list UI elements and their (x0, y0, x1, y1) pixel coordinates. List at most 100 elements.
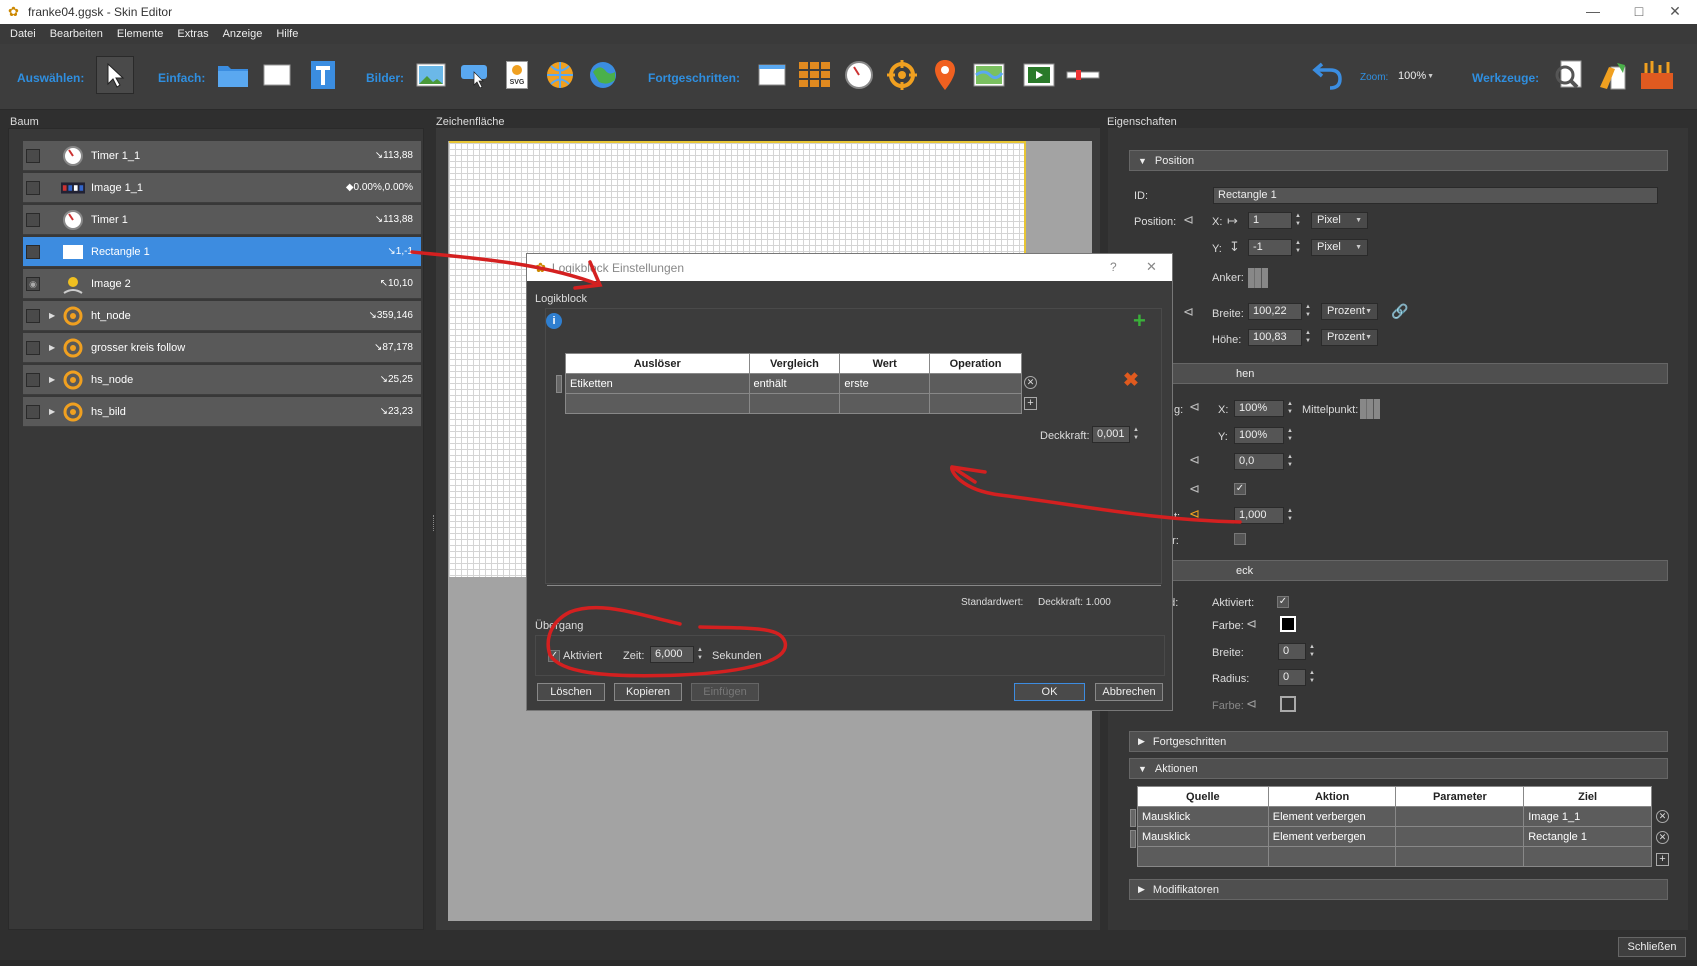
ok-button[interactable]: OK (1014, 683, 1085, 701)
share-link-icon[interactable]: ⊲ (1183, 304, 1194, 320)
dialog-close-button[interactable]: ✕ (1146, 259, 1157, 275)
table-cell[interactable] (1523, 846, 1652, 867)
visibility-checkbox[interactable] (26, 244, 40, 259)
table-cell[interactable] (1395, 846, 1525, 867)
paste-button[interactable]: Einfügen (691, 683, 759, 701)
share-link-icon[interactable]: ⊲ (1183, 212, 1194, 228)
height-field[interactable]: 100,83 (1248, 329, 1302, 346)
width-unit-dropdown[interactable]: Prozent (1321, 303, 1378, 320)
tree-row-timer-1[interactable]: Timer 1 ↘113,88 (23, 205, 421, 235)
panorama-tool-button[interactable] (543, 58, 577, 92)
border-width-spinner[interactable]: ▲ ▼ (1307, 643, 1317, 660)
table-cell[interactable]: Mausklick (1137, 826, 1269, 847)
scale-x-field[interactable]: 100% (1234, 400, 1284, 417)
undo-button[interactable] (1312, 58, 1346, 92)
delete-logic-block-icon[interactable]: ✖ (1123, 369, 1139, 392)
share-link-icon[interactable]: ⊲ (1189, 506, 1200, 522)
hotspot-tool-button[interactable] (885, 58, 919, 92)
zoom-dropdown[interactable]: 100% (1393, 69, 1439, 86)
visible-checkbox[interactable]: ✓ (1234, 483, 1246, 495)
table-row[interactable]: Mausklick Element verbergen Image 1_1 (1137, 806, 1652, 827)
center-grid-icon[interactable] (1360, 399, 1380, 419)
tree-row-rectangle-1[interactable]: Rectangle 1 ↘1,-1 (23, 237, 421, 267)
tree-row-grosser-kreis-follow[interactable]: ▶ grosser kreis follow ↘87,178 (23, 333, 421, 363)
table-cell[interactable] (1137, 846, 1269, 867)
section-modifiers[interactable]: ▶ Modifikatoren (1129, 879, 1668, 900)
section-actions[interactable]: ▼ Aktionen (1129, 758, 1668, 779)
image-tool-button[interactable] (414, 58, 448, 92)
tree-row-hs-bild[interactable]: ▶ hs_bild ↘23,23 (23, 397, 421, 427)
add-row-icon[interactable]: + (1656, 853, 1669, 866)
x-unit-dropdown[interactable]: Pixel (1311, 212, 1368, 229)
search-tool-button[interactable] (1552, 58, 1586, 92)
width-field[interactable]: 100,22 (1248, 303, 1302, 320)
anchor-grid-icon[interactable] (1248, 268, 1268, 288)
id-field[interactable]: Rectangle 1 (1213, 187, 1658, 204)
angle-spinner[interactable]: ▲ ▼ (1285, 453, 1295, 470)
border-width-field[interactable]: 0 (1278, 643, 1306, 660)
minimize-button[interactable]: — (1570, 0, 1616, 24)
share-link-icon[interactable]: ⊲ (1246, 696, 1257, 712)
delete-button[interactable]: Löschen (537, 683, 605, 701)
radius-spinner[interactable]: ▲ ▼ (1307, 669, 1317, 686)
x-spinner[interactable]: ▲ ▼ (1293, 212, 1303, 229)
table-row-empty[interactable] (1137, 846, 1652, 867)
section-appearance[interactable]: hen (1129, 363, 1668, 384)
help-button[interactable]: ? (1110, 260, 1117, 274)
tree-row-ht-node[interactable]: ▶ ht_node ↘359,146 (23, 301, 421, 331)
container-tool-button[interactable] (216, 58, 250, 92)
tree-row-timer-1-1[interactable]: Timer 1_1 ↘113,88 (23, 141, 421, 171)
radius-field[interactable]: 0 (1278, 669, 1306, 686)
table-row[interactable]: Mausklick Element verbergen Rectangle 1 (1137, 826, 1652, 847)
opacity-field[interactable]: 0,001 (1092, 426, 1130, 443)
width-spinner[interactable]: ▲ ▼ (1303, 303, 1313, 320)
height-spinner[interactable]: ▲ ▼ (1303, 329, 1313, 346)
table-row-empty[interactable] (565, 393, 1022, 414)
time-spinner[interactable]: ▲ ▼ (695, 646, 705, 663)
expand-arrow-icon[interactable]: ▶ (49, 343, 55, 352)
expand-arrow-icon[interactable]: ▶ (49, 375, 55, 384)
cancel-button[interactable]: Abbrechen (1095, 683, 1163, 701)
table-cell[interactable] (929, 393, 1022, 414)
text-tool-button[interactable] (306, 58, 340, 92)
angle-field[interactable]: 0,0 (1234, 453, 1284, 470)
rectangle-tool-button[interactable] (260, 58, 294, 92)
height-unit-dropdown[interactable]: Prozent (1321, 329, 1378, 346)
share-link-icon[interactable]: ⊲ (1189, 452, 1200, 468)
section-advanced[interactable]: ▶ Fortgeschritten (1129, 731, 1668, 752)
remove-row-icon[interactable]: ✕ (1656, 810, 1669, 823)
timer-tool-button[interactable] (842, 58, 876, 92)
visibility-checkbox[interactable] (26, 180, 40, 195)
cloner-tool-button[interactable] (755, 58, 789, 92)
marker-tool-button[interactable] (928, 58, 962, 92)
video-tool-button[interactable] (1022, 58, 1056, 92)
visibility-checkbox[interactable] (26, 372, 40, 387)
tree-row-image-2[interactable]: ◉ Image 2 ↖10,10 (23, 269, 421, 299)
sound-tool-button[interactable] (1066, 58, 1100, 92)
background-color-swatch[interactable] (1280, 616, 1296, 632)
table-cell[interactable]: Image 1_1 (1523, 806, 1652, 827)
table-cell[interactable] (1395, 826, 1525, 847)
table-row[interactable]: Etiketten enthält erste (565, 373, 1022, 394)
table-cell[interactable] (565, 393, 750, 414)
table-cell[interactable]: Element verbergen (1267, 806, 1397, 827)
opacity-spinner[interactable]: ▲ ▼ (1285, 507, 1295, 524)
visibility-checkbox[interactable] (26, 308, 40, 323)
cursor-checkbox[interactable] (1234, 533, 1246, 545)
drag-handle-icon[interactable] (1130, 809, 1136, 827)
svg-tool-button[interactable]: SVG (500, 58, 534, 92)
table-cell[interactable] (929, 373, 1022, 394)
table-cell[interactable] (1395, 806, 1525, 827)
remove-condition-icon[interactable]: ✕ (1024, 376, 1037, 389)
table-cell[interactable]: enthält (748, 373, 841, 394)
scale-y-field[interactable]: 100% (1234, 427, 1284, 444)
toolbox-button[interactable] (1640, 58, 1674, 92)
visibility-checkbox[interactable] (26, 340, 40, 355)
visibility-checkbox[interactable] (26, 148, 40, 163)
button-tool-button[interactable] (458, 58, 492, 92)
y-spinner[interactable]: ▲ ▼ (1293, 239, 1303, 256)
close-window-button[interactable]: ✕ (1652, 0, 1697, 24)
info-icon[interactable]: i (546, 313, 562, 329)
tree-row-image-1-1[interactable]: Image 1_1 ◆0.00%,0.00% (23, 173, 421, 203)
table-cell[interactable]: Etiketten (565, 373, 750, 394)
